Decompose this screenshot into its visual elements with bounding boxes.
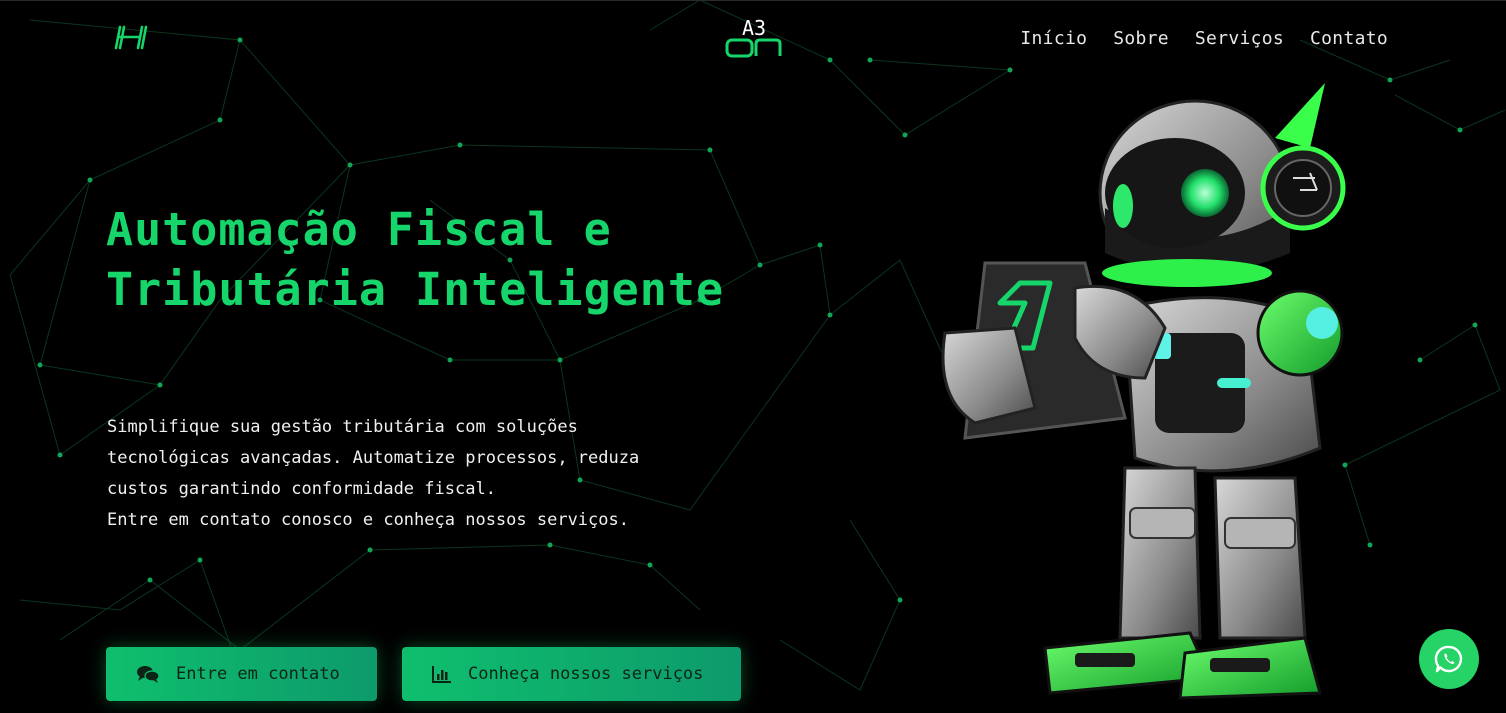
whatsapp-icon [1434, 645, 1463, 673]
hero-title-line1: Automação Fiscal e [106, 203, 612, 256]
nav-link-contato[interactable]: Contato [1310, 28, 1388, 49]
hero-title-line2: Tributária Inteligente [106, 263, 725, 316]
main-nav: Início Sobre Serviços Contato [1020, 28, 1388, 49]
nav-link-inicio[interactable]: Início [1020, 28, 1087, 49]
hero-desc-line4: Entre em contato conosco e conheça nosso… [107, 510, 629, 530]
services-button[interactable]: Conheça nossos serviços [402, 647, 741, 701]
brand-logo-top: A3 [742, 18, 766, 40]
hero-title: Automação Fiscal e Tributária Inteligent… [106, 200, 806, 320]
bar-chart-icon [432, 666, 451, 683]
hero-description: Simplifique sua gestão tributária com so… [107, 412, 747, 536]
brand-logo[interactable]: A3 [725, 16, 783, 62]
robot-illustration [941, 83, 1346, 700]
hero-desc-line1: Simplifique sua gestão tributária com so… [107, 417, 578, 437]
top-border [0, 0, 1506, 1]
hero-desc-line2: tecnológicas avançadas. Automatize proce… [107, 448, 640, 468]
services-button-label: Conheça nossos serviços [468, 664, 704, 684]
nav-link-servicos[interactable]: Serviços [1195, 28, 1284, 49]
whatsapp-button[interactable] [1419, 629, 1479, 689]
chat-bubbles-icon [137, 666, 160, 683]
contact-button-label: Entre em contato [176, 664, 340, 684]
contact-button[interactable]: Entre em contato [106, 647, 377, 701]
hero-desc-line3: custos garantindo conformidade fiscal. [107, 479, 496, 499]
nav-link-sobre[interactable]: Sobre [1113, 28, 1169, 49]
h-logo-icon[interactable] [112, 24, 150, 52]
